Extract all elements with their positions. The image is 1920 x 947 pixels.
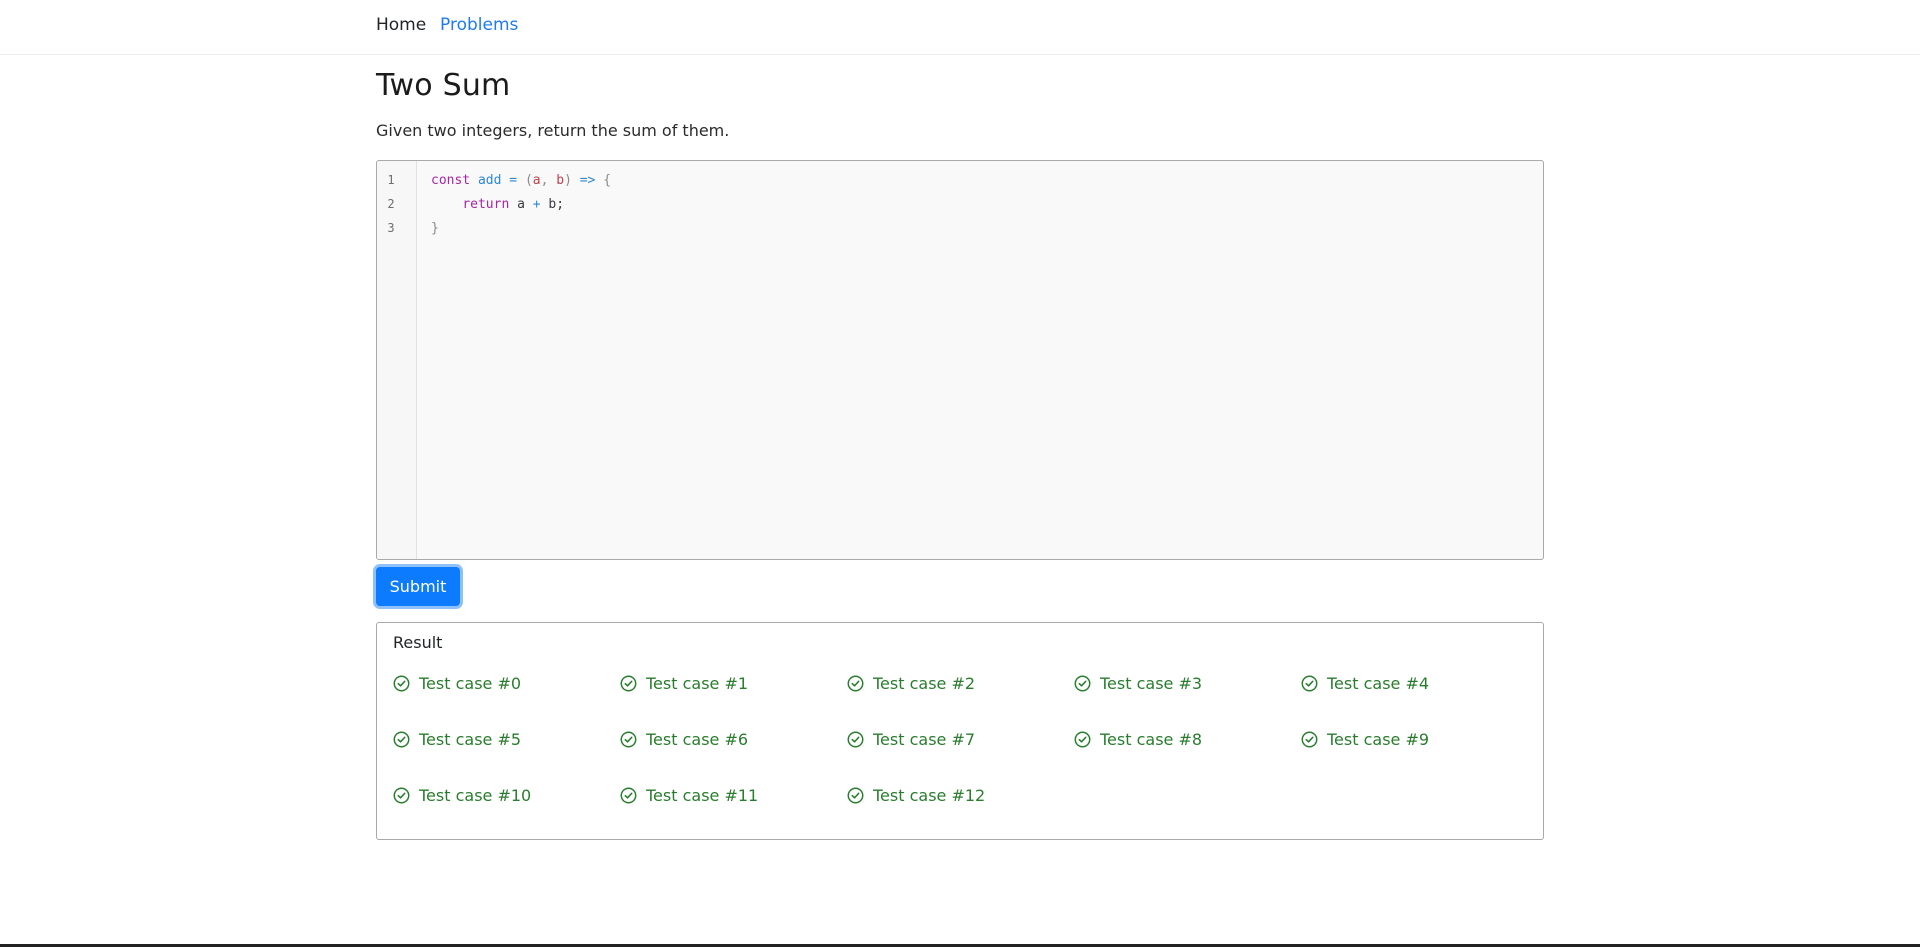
test-case-grid: Test case #0 Test case #1 Test case #2 T… [393, 671, 1529, 807]
code-brace: { [603, 173, 612, 188]
test-case-item: Test case #5 [393, 727, 620, 751]
page-title: Two Sum [376, 68, 511, 103]
test-case-label: Test case #7 [873, 729, 976, 749]
test-case-label: Test case #10 [419, 785, 532, 805]
test-case-item: Test case #0 [393, 671, 620, 695]
check-circle-icon [847, 787, 864, 803]
code-param: b [556, 173, 565, 188]
test-case-label: Test case #11 [646, 785, 759, 805]
test-case-label: Test case #9 [1327, 729, 1430, 749]
test-case-item: Test case #4 [1301, 671, 1528, 695]
check-circle-icon [1301, 731, 1318, 747]
check-circle-icon [620, 731, 637, 747]
code-operator: + [532, 197, 541, 212]
test-case-item: Test case #1 [620, 671, 847, 695]
check-circle-icon [1074, 675, 1091, 691]
check-circle-icon [847, 675, 864, 691]
code-line[interactable]: const add = (a, b) => { [431, 173, 611, 188]
code-line[interactable]: return a + b; [431, 197, 564, 212]
test-case-item: Test case #3 [1074, 671, 1301, 695]
nav-home-link[interactable]: Home [376, 15, 426, 35]
test-case-item: Test case #9 [1301, 727, 1528, 751]
code-punctuation: , [540, 173, 549, 188]
editor-gutter: 1 2 3 [377, 161, 417, 559]
check-circle-icon [393, 675, 410, 691]
code-line[interactable]: } [431, 221, 439, 236]
code-identifier: a [517, 197, 525, 212]
test-case-label: Test case #3 [1100, 673, 1203, 693]
test-case-label: Test case #5 [419, 729, 522, 749]
check-circle-icon [1301, 675, 1318, 691]
line-number: 1 [387, 173, 395, 187]
test-case-label: Test case #6 [646, 729, 749, 749]
test-case-label: Test case #4 [1327, 673, 1430, 693]
code-keyword: return [462, 197, 510, 212]
code-arrow: => [579, 173, 596, 188]
code-param: a [532, 173, 541, 188]
nav-problems-link[interactable]: Problems [440, 15, 518, 35]
check-circle-icon [393, 787, 410, 803]
code-punctuation: ) [564, 173, 572, 188]
test-case-label: Test case #0 [419, 673, 522, 693]
test-case-label: Test case #12 [873, 785, 986, 805]
test-case-label: Test case #8 [1100, 729, 1203, 749]
check-circle-icon [847, 731, 864, 747]
test-case-item: Test case #11 [620, 783, 847, 807]
submit-button[interactable]: Submit [376, 567, 460, 606]
test-case-item: Test case #8 [1074, 727, 1301, 751]
test-case-item: Test case #10 [393, 783, 620, 807]
check-circle-icon [1074, 731, 1091, 747]
code-keyword: const [431, 173, 471, 188]
test-case-label: Test case #1 [646, 673, 749, 693]
problem-description: Given two integers, return the sum of th… [376, 121, 730, 140]
top-navbar: Home Problems [0, 0, 1920, 55]
line-number: 3 [387, 221, 395, 235]
check-circle-icon [620, 787, 637, 803]
test-case-item: Test case #12 [847, 783, 1074, 807]
test-case-label: Test case #2 [873, 673, 976, 693]
code-identifier: b; [548, 197, 565, 212]
test-case-item: Test case #2 [847, 671, 1074, 695]
code-operator: = [509, 173, 518, 188]
line-number: 2 [387, 197, 395, 211]
result-panel: Result Test case #0 Test case #1 Test ca… [376, 622, 1544, 840]
code-function-name: add [477, 173, 502, 188]
test-case-item: Test case #7 [847, 727, 1074, 751]
check-circle-icon [620, 675, 637, 691]
code-punctuation: ( [524, 173, 533, 188]
code-editor[interactable]: 1 2 3 const add = (a, b) => { return a +… [376, 160, 1544, 560]
check-circle-icon [393, 731, 410, 747]
result-title: Result [393, 633, 443, 652]
test-case-item: Test case #6 [620, 727, 847, 751]
code-brace: } [431, 221, 439, 236]
